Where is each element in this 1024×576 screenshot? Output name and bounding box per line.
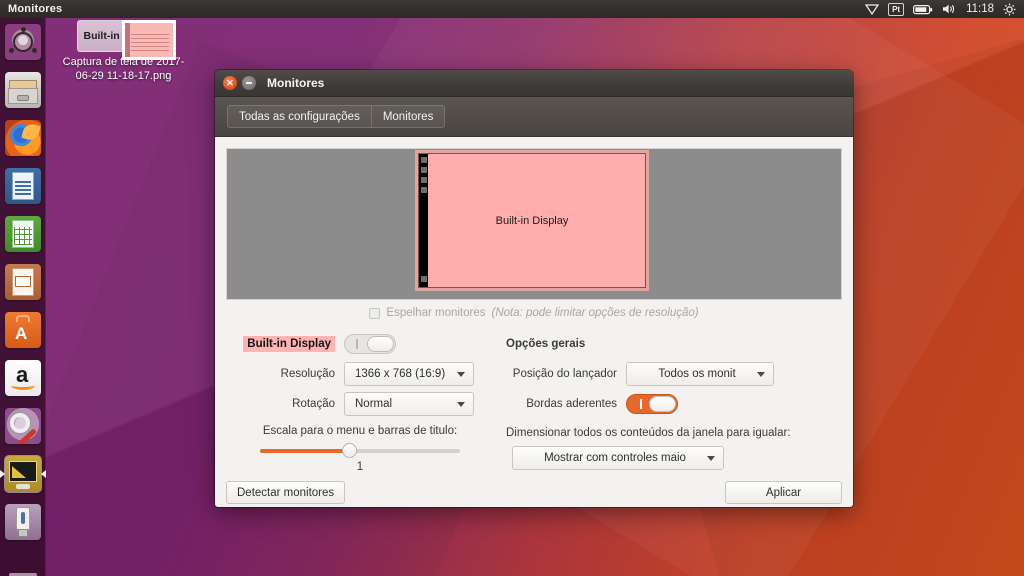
- menu-scale-block: Escala para o menu e barras de titulo: 1: [226, 419, 494, 473]
- display-name-badge: Built-in Display: [243, 336, 335, 352]
- launcher-position-label: Posição do lançador: [512, 368, 617, 380]
- rotation-value: Normal: [355, 398, 393, 410]
- display-settings-column: Built-in Display Resolução 1366 x 768 (1…: [226, 329, 494, 473]
- mirror-monitors-row: Espelhar monitores (Nota: pode limitar o…: [226, 300, 842, 326]
- monitor-launcher-strip: [419, 154, 428, 287]
- slider-handle[interactable]: [342, 443, 357, 458]
- menu-scale-value: 1: [356, 461, 364, 473]
- window-titlebar[interactable]: ✕ Monitores: [215, 70, 853, 97]
- dialog-actions: Detectar monitores Aplicar: [226, 473, 842, 507]
- all-settings-button[interactable]: Todas as configurações: [227, 105, 372, 128]
- mirror-monitors-note: (Nota: pode limitar opções de resolução): [491, 307, 699, 319]
- chevron-down-icon: [457, 372, 465, 377]
- window-toolbar: Todas as configurações Monitores: [215, 97, 853, 137]
- launcher-item-calc[interactable]: [0, 210, 46, 258]
- resolution-row: Resolução 1366 x 768 (16:9): [226, 359, 494, 389]
- window-scale-label: Dimensionar todos os conteúdos da janela…: [506, 427, 791, 439]
- monitor-label: Built-in Display: [495, 214, 569, 227]
- resolution-label: Resolução: [280, 368, 335, 380]
- libreoffice-calc-icon: [5, 216, 41, 252]
- keyboard-layout-indicator[interactable]: Pt: [888, 2, 905, 16]
- launcher-item-dash[interactable]: [0, 18, 46, 66]
- launcher-item-software[interactable]: A: [0, 306, 46, 354]
- ubuntu-dash-icon: [5, 24, 41, 60]
- slider-fill: [260, 449, 348, 453]
- gear-icon[interactable]: [1003, 0, 1016, 18]
- rotation-row: Rotação Normal: [226, 389, 494, 419]
- chevron-down-icon: [707, 456, 715, 461]
- top-panel: Monitores Pt 11:18: [0, 0, 1024, 18]
- libreoffice-writer-icon: [5, 168, 41, 204]
- window-scale-value: Mostrar com controles maio: [544, 452, 686, 464]
- apply-button[interactable]: Aplicar: [725, 481, 842, 504]
- usb-drive-icon: [5, 504, 41, 540]
- window-scale-select[interactable]: Mostrar com controles maio: [512, 446, 724, 470]
- general-options-heading: Opções gerais: [506, 338, 586, 350]
- rotation-label: Rotação: [292, 398, 335, 410]
- panel-app-title[interactable]: Monitores: [0, 3, 62, 15]
- thumbnail-preview: [121, 20, 176, 60]
- launcher-item-system-settings[interactable]: [0, 402, 46, 450]
- panel-indicators: Pt 11:18: [865, 0, 1024, 18]
- menu-scale-slider[interactable]: [260, 442, 460, 460]
- mirror-monitors-checkbox[interactable]: [369, 307, 381, 319]
- launcher-position-value: Todos os monit: [658, 368, 736, 380]
- launcher-item-trash[interactable]: [0, 564, 46, 576]
- sticky-edges-row: Bordas aderentes: [506, 389, 842, 419]
- launcher-item-firefox[interactable]: [0, 114, 46, 162]
- trash-icon: [5, 570, 41, 576]
- launcher-item-usb-drive[interactable]: [0, 498, 46, 546]
- general-options-heading-row: Opções gerais: [506, 329, 842, 359]
- amazon-icon: a: [5, 360, 41, 396]
- desktop-file-label: Captura de tela de 2017-06-29 11-18-17.p…: [62, 56, 185, 82]
- rotation-select[interactable]: Normal: [344, 392, 474, 416]
- ubuntu-software-icon: A: [5, 312, 41, 348]
- chevron-down-icon: [757, 372, 765, 377]
- launcher-item-files[interactable]: [0, 66, 46, 114]
- displays-icon: [4, 455, 42, 493]
- mirror-monitors-label: Espelhar monitores: [386, 307, 486, 319]
- display-enable-toggle[interactable]: [344, 334, 396, 354]
- monitors-button[interactable]: Monitores: [371, 105, 446, 128]
- files-icon: [5, 72, 41, 108]
- window-title: Monitores: [267, 76, 325, 90]
- clock[interactable]: 11:18: [966, 3, 994, 15]
- desktop-file-icon[interactable]: Built-in Display Captura de tela de 2017…: [56, 20, 191, 83]
- launcher-item-amazon[interactable]: a: [0, 354, 46, 402]
- battery-icon[interactable]: [913, 0, 933, 18]
- monitor-builtin-display[interactable]: Built-in Display: [418, 153, 646, 288]
- monitor-arrangement-preview[interactable]: Built-in Display: [226, 148, 842, 300]
- launcher-position-row: Posição do lançador Todos os monit: [506, 359, 842, 389]
- launcher-item-writer[interactable]: [0, 162, 46, 210]
- menu-scale-label: Escala para o menu e barras de titulo:: [262, 425, 458, 437]
- resolution-select[interactable]: 1366 x 768 (16:9): [344, 362, 474, 386]
- settings-area: Built-in Display Resolução 1366 x 768 (1…: [226, 326, 842, 473]
- detect-monitors-button[interactable]: Detectar monitores: [226, 481, 346, 504]
- firefox-icon: [5, 120, 41, 156]
- minimize-icon[interactable]: [242, 76, 256, 90]
- chevron-down-icon: [457, 402, 465, 407]
- screenshot-thumbnail: Built-in Display: [76, 20, 176, 60]
- close-icon[interactable]: ✕: [223, 76, 237, 90]
- launcher-position-select[interactable]: Todos os monit: [626, 362, 774, 386]
- volume-icon[interactable]: [942, 0, 957, 18]
- launcher-item-displays[interactable]: [0, 450, 46, 498]
- monitores-window: ✕ Monitores Todas as configurações Monit…: [215, 70, 853, 507]
- resolution-value: 1366 x 768 (16:9): [355, 368, 446, 380]
- sticky-edges-toggle[interactable]: [626, 394, 678, 414]
- system-settings-icon: [5, 408, 41, 444]
- general-options-column: Opções gerais Posição do lançador Todos …: [494, 329, 842, 473]
- launcher-item-impress[interactable]: [0, 258, 46, 306]
- sticky-edges-label: Bordas aderentes: [526, 398, 617, 410]
- wifi-icon[interactable]: [865, 0, 880, 18]
- window-content: Built-in Display Espelhar monitores (Not…: [215, 137, 853, 507]
- unity-launcher: A a: [0, 18, 46, 576]
- libreoffice-impress-icon: [5, 264, 41, 300]
- window-scale-row: Mostrar com controles maio: [506, 439, 842, 470]
- display-name-row: Built-in Display: [226, 329, 494, 359]
